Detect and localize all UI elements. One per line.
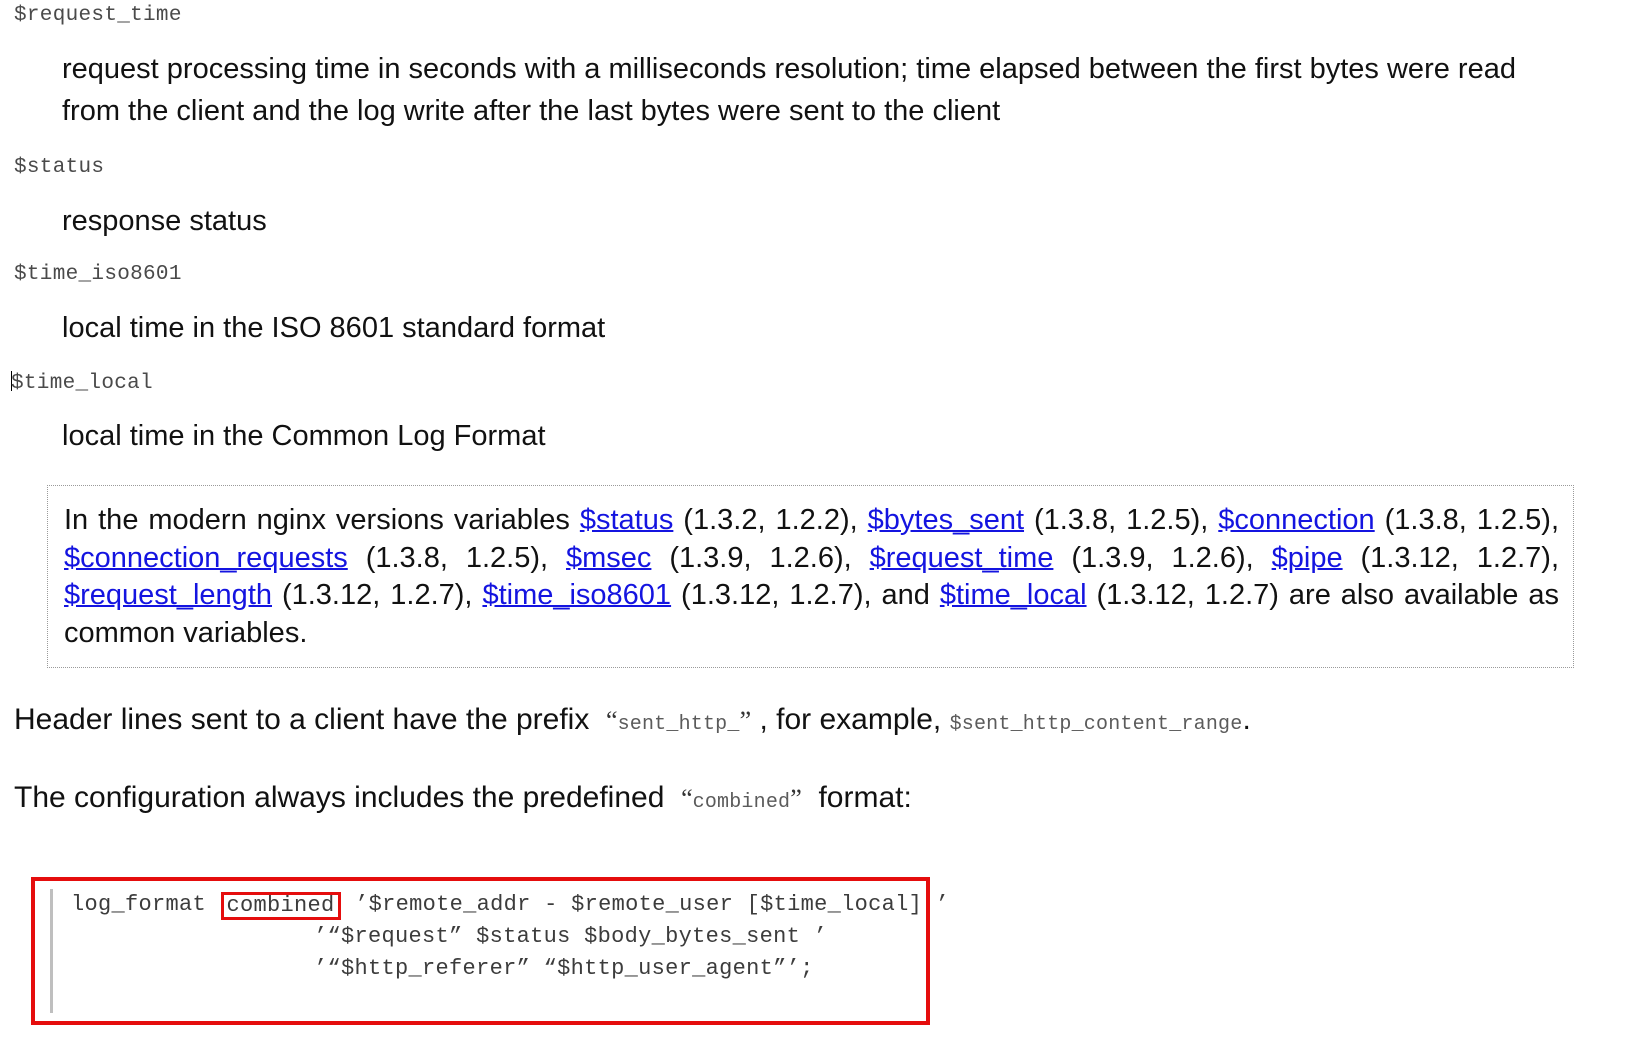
- link-pipe[interactable]: $pipe: [1272, 542, 1343, 574]
- definition-description-status: response status: [62, 205, 267, 237]
- note-after-7: (1.3.12, 1.2.7),: [272, 579, 483, 612]
- note-after-2: (1.3.8, 1.2.5),: [1374, 504, 1559, 536]
- open-quote-1: “: [606, 706, 618, 735]
- link-request-length[interactable]: $request_length: [64, 579, 272, 611]
- link-connection-requests[interactable]: $connection_requests: [64, 542, 348, 574]
- link-status[interactable]: $status: [580, 504, 674, 536]
- definition-term-time-iso8601: $time_iso8601: [14, 263, 182, 286]
- header-lines-text-1: Header lines sent to a client have the p…: [14, 703, 590, 736]
- note-after-0: (1.3.2, 1.2.2),: [673, 504, 868, 536]
- code-combined-name: combined: [692, 791, 791, 814]
- note-after-3: (1.3.8, 1.2.5),: [347, 541, 566, 574]
- definition-description-request-time: request processing time in seconds with …: [62, 53, 1516, 128]
- link-time-iso8601[interactable]: $time_iso8601: [482, 579, 671, 611]
- code-log-format-keyword: log_format: [71, 892, 220, 917]
- note-text: In the modern nginx versions variables $…: [64, 502, 1559, 653]
- predefined-text-1: The configuration always includes the pr…: [14, 781, 665, 814]
- header-lines-text-2: , for example,: [759, 703, 942, 736]
- link-bytes-sent[interactable]: $bytes_sent: [868, 504, 1024, 536]
- note-after-6: (1.3.12, 1.2.7),: [1342, 541, 1560, 574]
- link-msec[interactable]: $msec: [566, 542, 651, 574]
- definition-term-request-time: $request_time: [14, 4, 182, 27]
- code-line-1-suffix: ’$remote_addr - $remote_user [$time_loca…: [341, 892, 950, 917]
- header-lines-text-3: .: [1242, 703, 1251, 736]
- code-block: log_format combined ’$remote_addr - $rem…: [50, 889, 949, 1013]
- link-request-time[interactable]: $request_time: [870, 542, 1054, 574]
- code-sent-http-content-range: $sent_http_content_range: [949, 713, 1243, 736]
- note-after-5: (1.3.9, 1.2.6),: [1053, 541, 1272, 574]
- note-after-4: (1.3.9, 1.2.6),: [651, 541, 870, 574]
- definition-term-time-local-row: $time_local: [11, 371, 153, 394]
- link-time-local[interactable]: $time_local: [940, 579, 1087, 611]
- link-connection[interactable]: $connection: [1218, 504, 1374, 536]
- open-quote-2: “: [681, 784, 693, 813]
- definition-description-time-local: local time in the Common Log Format: [62, 420, 546, 452]
- code-sent-http-prefix: sent_http_: [617, 713, 740, 736]
- definition-term-time-local: $time_local: [11, 372, 153, 395]
- close-quote-2: ”: [790, 784, 802, 813]
- note-after-1: (1.3.8, 1.2.5),: [1024, 504, 1219, 536]
- note-box: In the modern nginx versions variables $…: [47, 485, 1574, 668]
- code-line-2: ’“$request” $status $body_bytes_sent ’: [71, 924, 828, 949]
- note-after-8: (1.3.12, 1.2.7), and: [671, 579, 940, 612]
- paragraph-header-lines: Header lines sent to a client have the p…: [14, 703, 1251, 737]
- note-lead: In the modern nginx versions variables: [64, 504, 580, 536]
- code-line-1: log_format combined ’$remote_addr - $rem…: [71, 889, 949, 921]
- code-line-3: ’“$http_referer” “$http_user_agent”’;: [71, 956, 814, 981]
- close-quote-1: ”: [739, 706, 752, 735]
- predefined-text-2: format:: [818, 781, 912, 814]
- definition-description-time-iso8601: local time in the ISO 8601 standard form…: [62, 312, 606, 344]
- definition-term-status: $status: [14, 156, 105, 179]
- paragraph-predefined-format: The configuration always includes the pr…: [14, 781, 912, 815]
- highlighted-format-name: combined: [220, 892, 341, 920]
- code-block-highlight-box: log_format combined ’$remote_addr - $rem…: [31, 877, 949, 1025]
